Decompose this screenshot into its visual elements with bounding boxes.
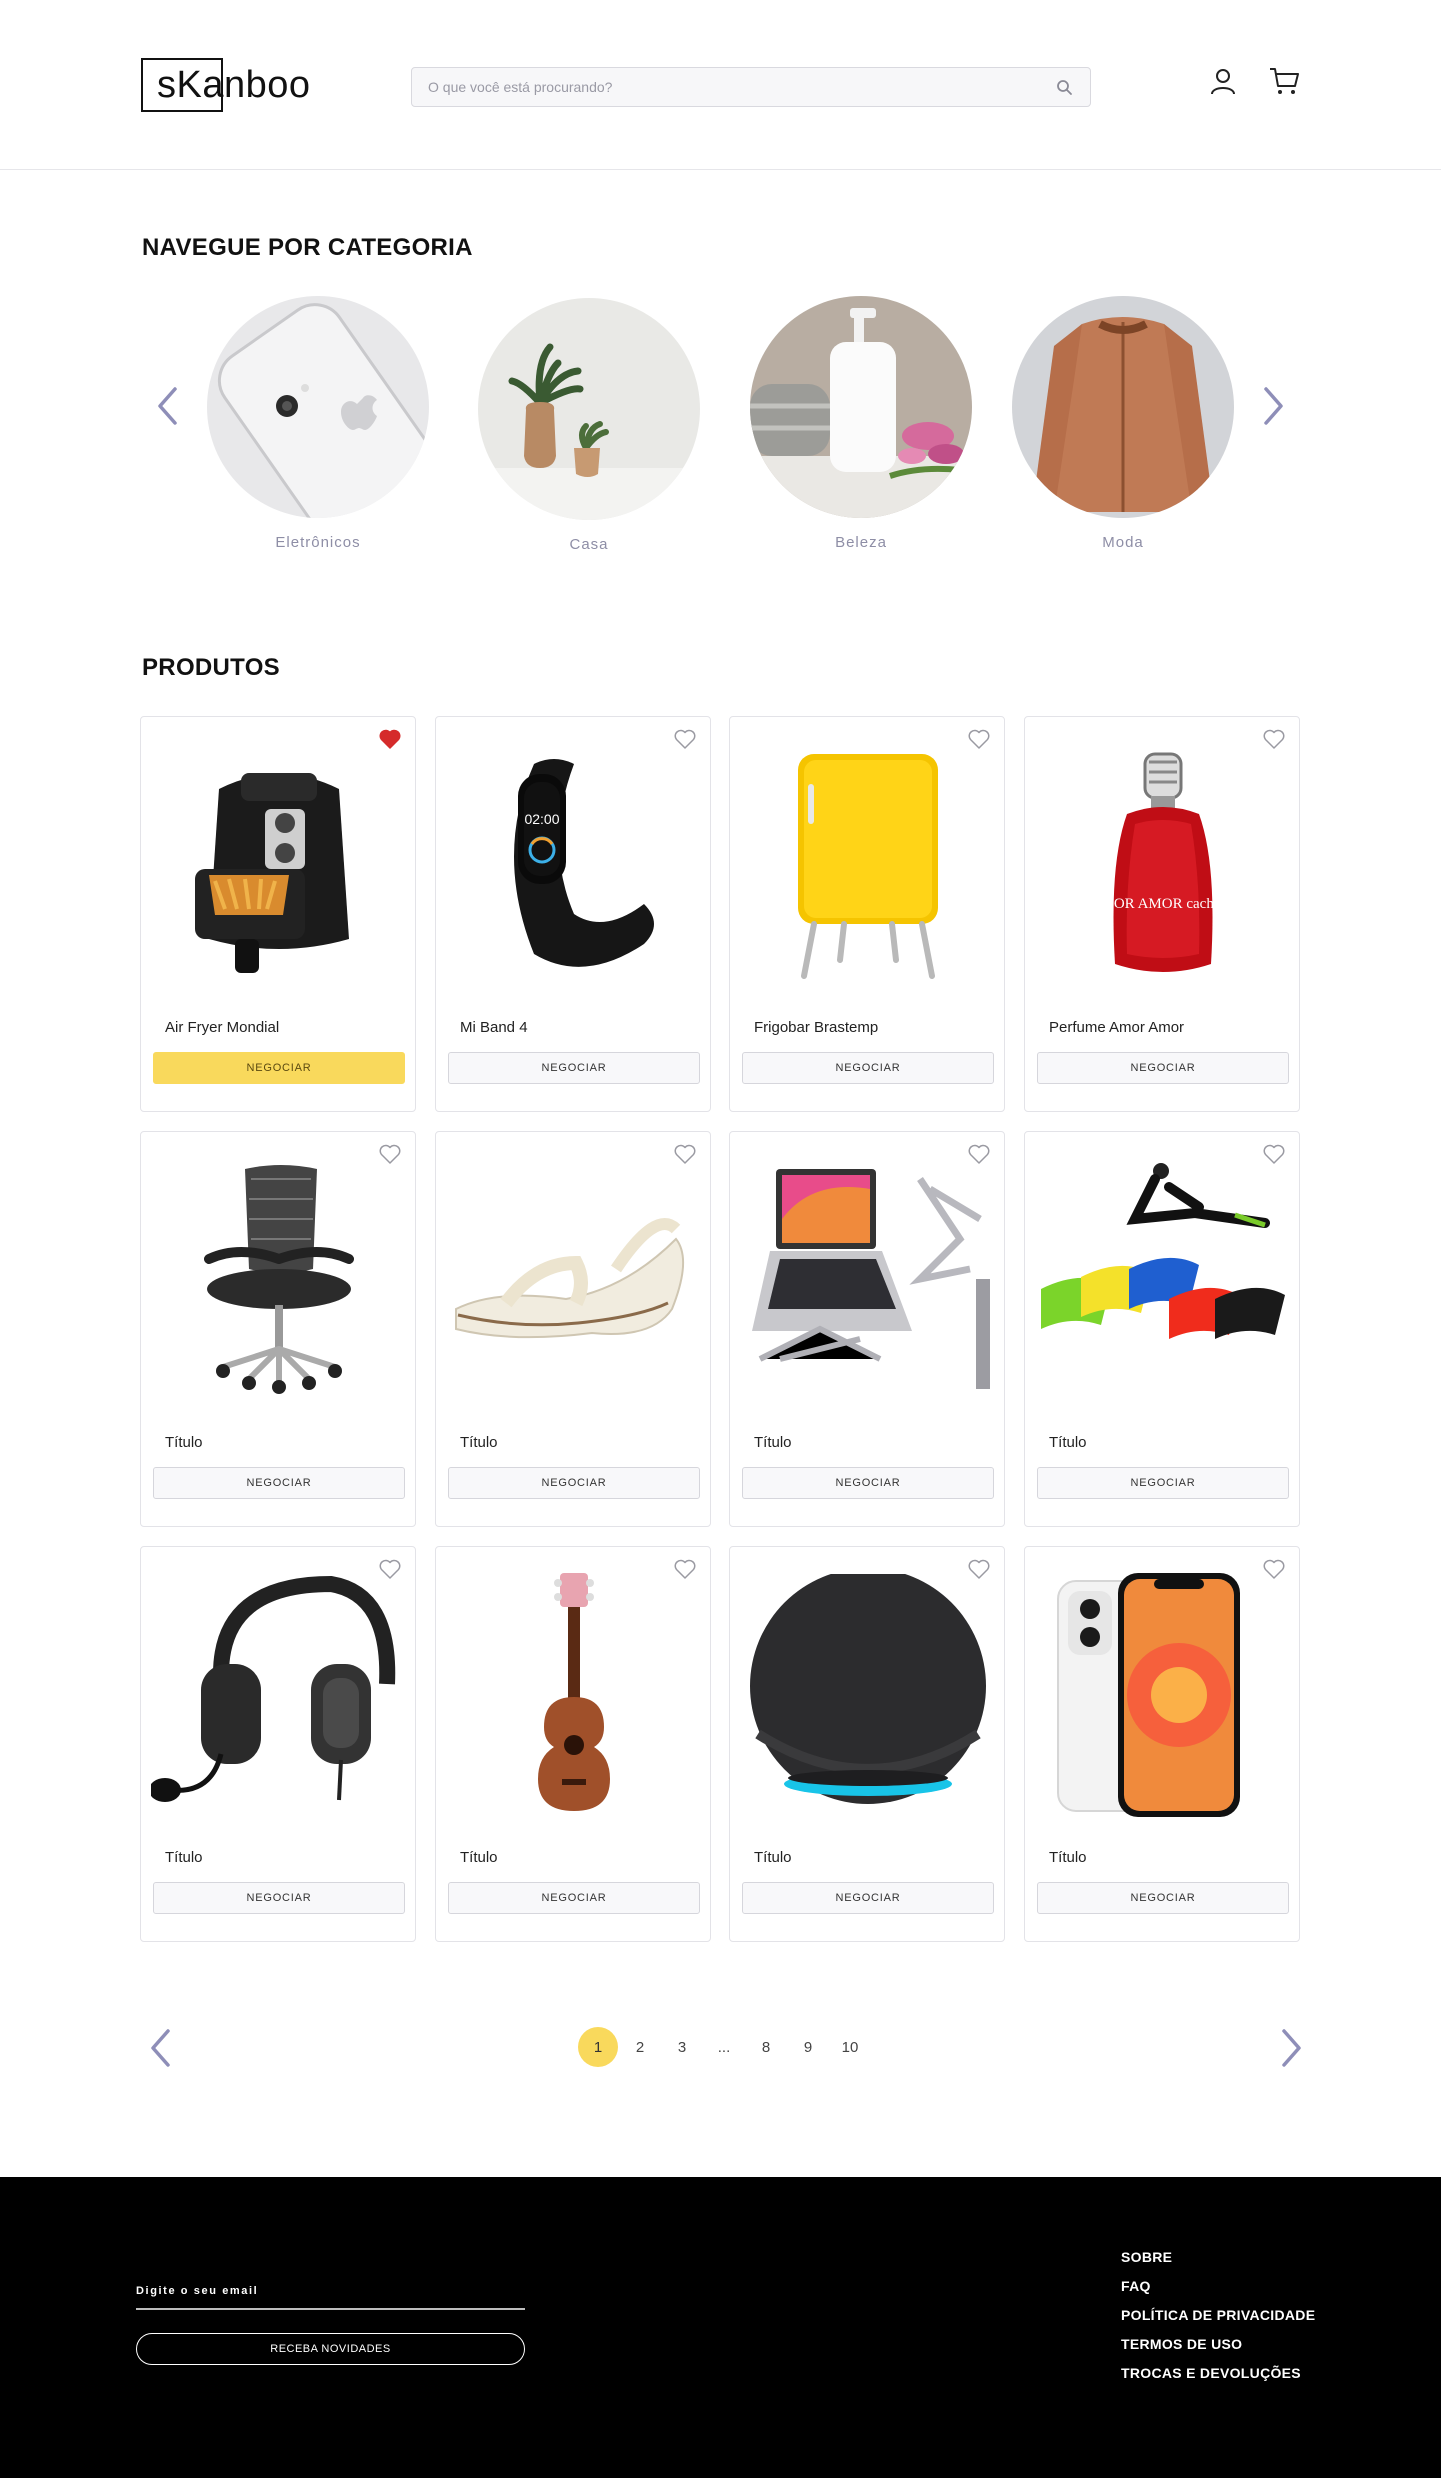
product-image-ukulele [446,1569,702,1819]
page-number[interactable]: 10 [830,2027,870,2067]
product-card[interactable]: Título NEGOCIAR [1024,1546,1300,1942]
svg-text:02:00: 02:00 [524,811,559,827]
footer-link-trocas[interactable]: TROCAS E DEVOLUÇÕES [1121,2365,1315,2381]
page-number-current[interactable]: 1 [578,2027,618,2067]
category-label: Moda [1102,534,1144,551]
newsletter-subscribe-button[interactable]: RECEBA NOVIDADES [136,2333,525,2365]
categories-prev-chevron-left-icon[interactable] [152,384,182,428]
product-image-laptop-stand [740,1154,996,1404]
product-image-sandal [446,1154,702,1404]
page-ellipsis: ... [717,2038,731,2056]
search-input[interactable] [428,79,1054,95]
negociar-button[interactable]: NEGOCIAR [448,1882,700,1914]
category-beleza[interactable]: Beleza [750,296,972,551]
product-title: Título [754,1434,792,1451]
product-title: Título [1049,1849,1087,1866]
product-card[interactable]: Air Fryer Mondial NEGOCIAR [140,716,416,1112]
product-title: Mi Band 4 [460,1019,528,1036]
negociar-button[interactable]: NEGOCIAR [742,1467,994,1499]
page-number[interactable]: 3 [662,2027,702,2067]
page-number[interactable]: 8 [746,2027,786,2067]
product-image-perfume: AMOR AMOR cacharel [1035,739,1291,989]
product-card[interactable]: Título NEGOCIAR [435,1131,711,1527]
footer-link-privacidade[interactable]: POLÍTICA DE PRIVACIDADE [1121,2307,1315,2323]
search-icon[interactable] [1054,77,1074,97]
product-title: Título [165,1434,203,1451]
product-image-mini-fridge [740,739,996,989]
product-title: Título [1049,1434,1087,1451]
logo[interactable]: sKanboo [141,58,310,112]
product-title: Título [165,1849,203,1866]
product-title: Air Fryer Mondial [165,1019,280,1036]
logo-text: sKanboo [157,63,311,106]
category-image-phone [207,296,429,518]
product-title: Título [460,1849,498,1866]
email-field[interactable] [136,2308,525,2310]
product-title: Perfume Amor Amor [1049,1019,1185,1036]
product-card[interactable]: Título NEGOCIAR [729,1131,1005,1527]
product-card[interactable]: Título NEGOCIAR [729,1546,1005,1942]
category-casa[interactable]: Casa [478,298,700,553]
page-number[interactable]: 2 [620,2027,660,2067]
pagination-next-chevron-right-icon[interactable] [1277,2026,1307,2070]
category-moda[interactable]: Moda [1012,296,1234,551]
product-image-smart-band: 02:00 [446,739,702,989]
category-label: Eletrônicos [275,534,361,551]
negociar-button[interactable]: NEGOCIAR [742,1882,994,1914]
negociar-button[interactable]: NEGOCIAR [1037,1467,1289,1499]
user-icon[interactable] [1208,66,1238,96]
negociar-button[interactable]: NEGOCIAR [742,1052,994,1084]
footer-links: SOBRE FAQ POLÍTICA DE PRIVACIDADE TERMOS… [1121,2249,1315,2394]
footer-link-sobre[interactable]: SOBRE [1121,2249,1315,2265]
product-card[interactable]: AMOR AMOR cacharel Perfume Amor Amor NEG… [1024,716,1300,1112]
product-card[interactable]: Título NEGOCIAR [140,1546,416,1942]
product-image-air-fryer [151,739,407,989]
product-title: Título [754,1849,792,1866]
category-image-plants [478,298,700,520]
negociar-button[interactable]: NEGOCIAR [153,1882,405,1914]
categories-title: NAVEGUE POR CATEGORIA [142,234,473,261]
product-card[interactable]: 02:00 Mi Band 4 NEGOCIAR [435,716,711,1112]
category-label: Casa [569,536,609,553]
negociar-button[interactable]: NEGOCIAR [153,1052,405,1084]
negociar-button[interactable]: NEGOCIAR [448,1467,700,1499]
product-image-resistance-bands [1035,1154,1291,1404]
category-image-jacket [1012,296,1234,518]
product-title: Título [460,1434,498,1451]
footer: Digite o seu email RECEBA NOVIDADES SOBR… [0,2177,1441,2478]
negociar-button[interactable]: NEGOCIAR [1037,1052,1289,1084]
negociar-button[interactable]: NEGOCIAR [1037,1882,1289,1914]
product-image-headset [151,1569,407,1819]
header: sKanboo [0,0,1441,170]
categories-next-chevron-right-icon[interactable] [1259,384,1289,428]
perfume-label-text: AMOR AMOR cacharel [1090,896,1237,912]
email-field-label: Digite o seu email [136,2285,259,2297]
negociar-button[interactable]: NEGOCIAR [153,1467,405,1499]
negociar-button[interactable]: NEGOCIAR [448,1052,700,1084]
pagination-prev-chevron-left-icon[interactable] [145,2026,175,2070]
product-card[interactable]: Título NEGOCIAR [1024,1131,1300,1527]
footer-link-termos[interactable]: TERMOS DE USO [1121,2336,1315,2352]
product-image-smart-speaker [740,1569,996,1819]
cart-icon[interactable] [1268,66,1300,96]
pagination: 1 2 3 ... 8 9 10 [578,2027,872,2067]
category-image-soap-bottle [750,296,972,518]
page-number[interactable]: 9 [788,2027,828,2067]
product-card[interactable]: Título NEGOCIAR [435,1546,711,1942]
product-image-office-chair [151,1154,407,1404]
products-title: PRODUTOS [142,654,280,681]
category-eletronicos[interactable]: Eletrônicos [207,296,429,551]
product-image-iphone [1035,1569,1291,1819]
page: sKanboo NAVEGUE POR CATEGORIA [0,0,1441,2478]
product-card[interactable]: Título NEGOCIAR [140,1131,416,1527]
footer-link-faq[interactable]: FAQ [1121,2278,1315,2294]
product-card[interactable]: Frigobar Brastemp NEGOCIAR [729,716,1005,1112]
category-label: Beleza [835,534,887,551]
search-bar[interactable] [411,67,1091,107]
product-title: Frigobar Brastemp [754,1019,879,1036]
